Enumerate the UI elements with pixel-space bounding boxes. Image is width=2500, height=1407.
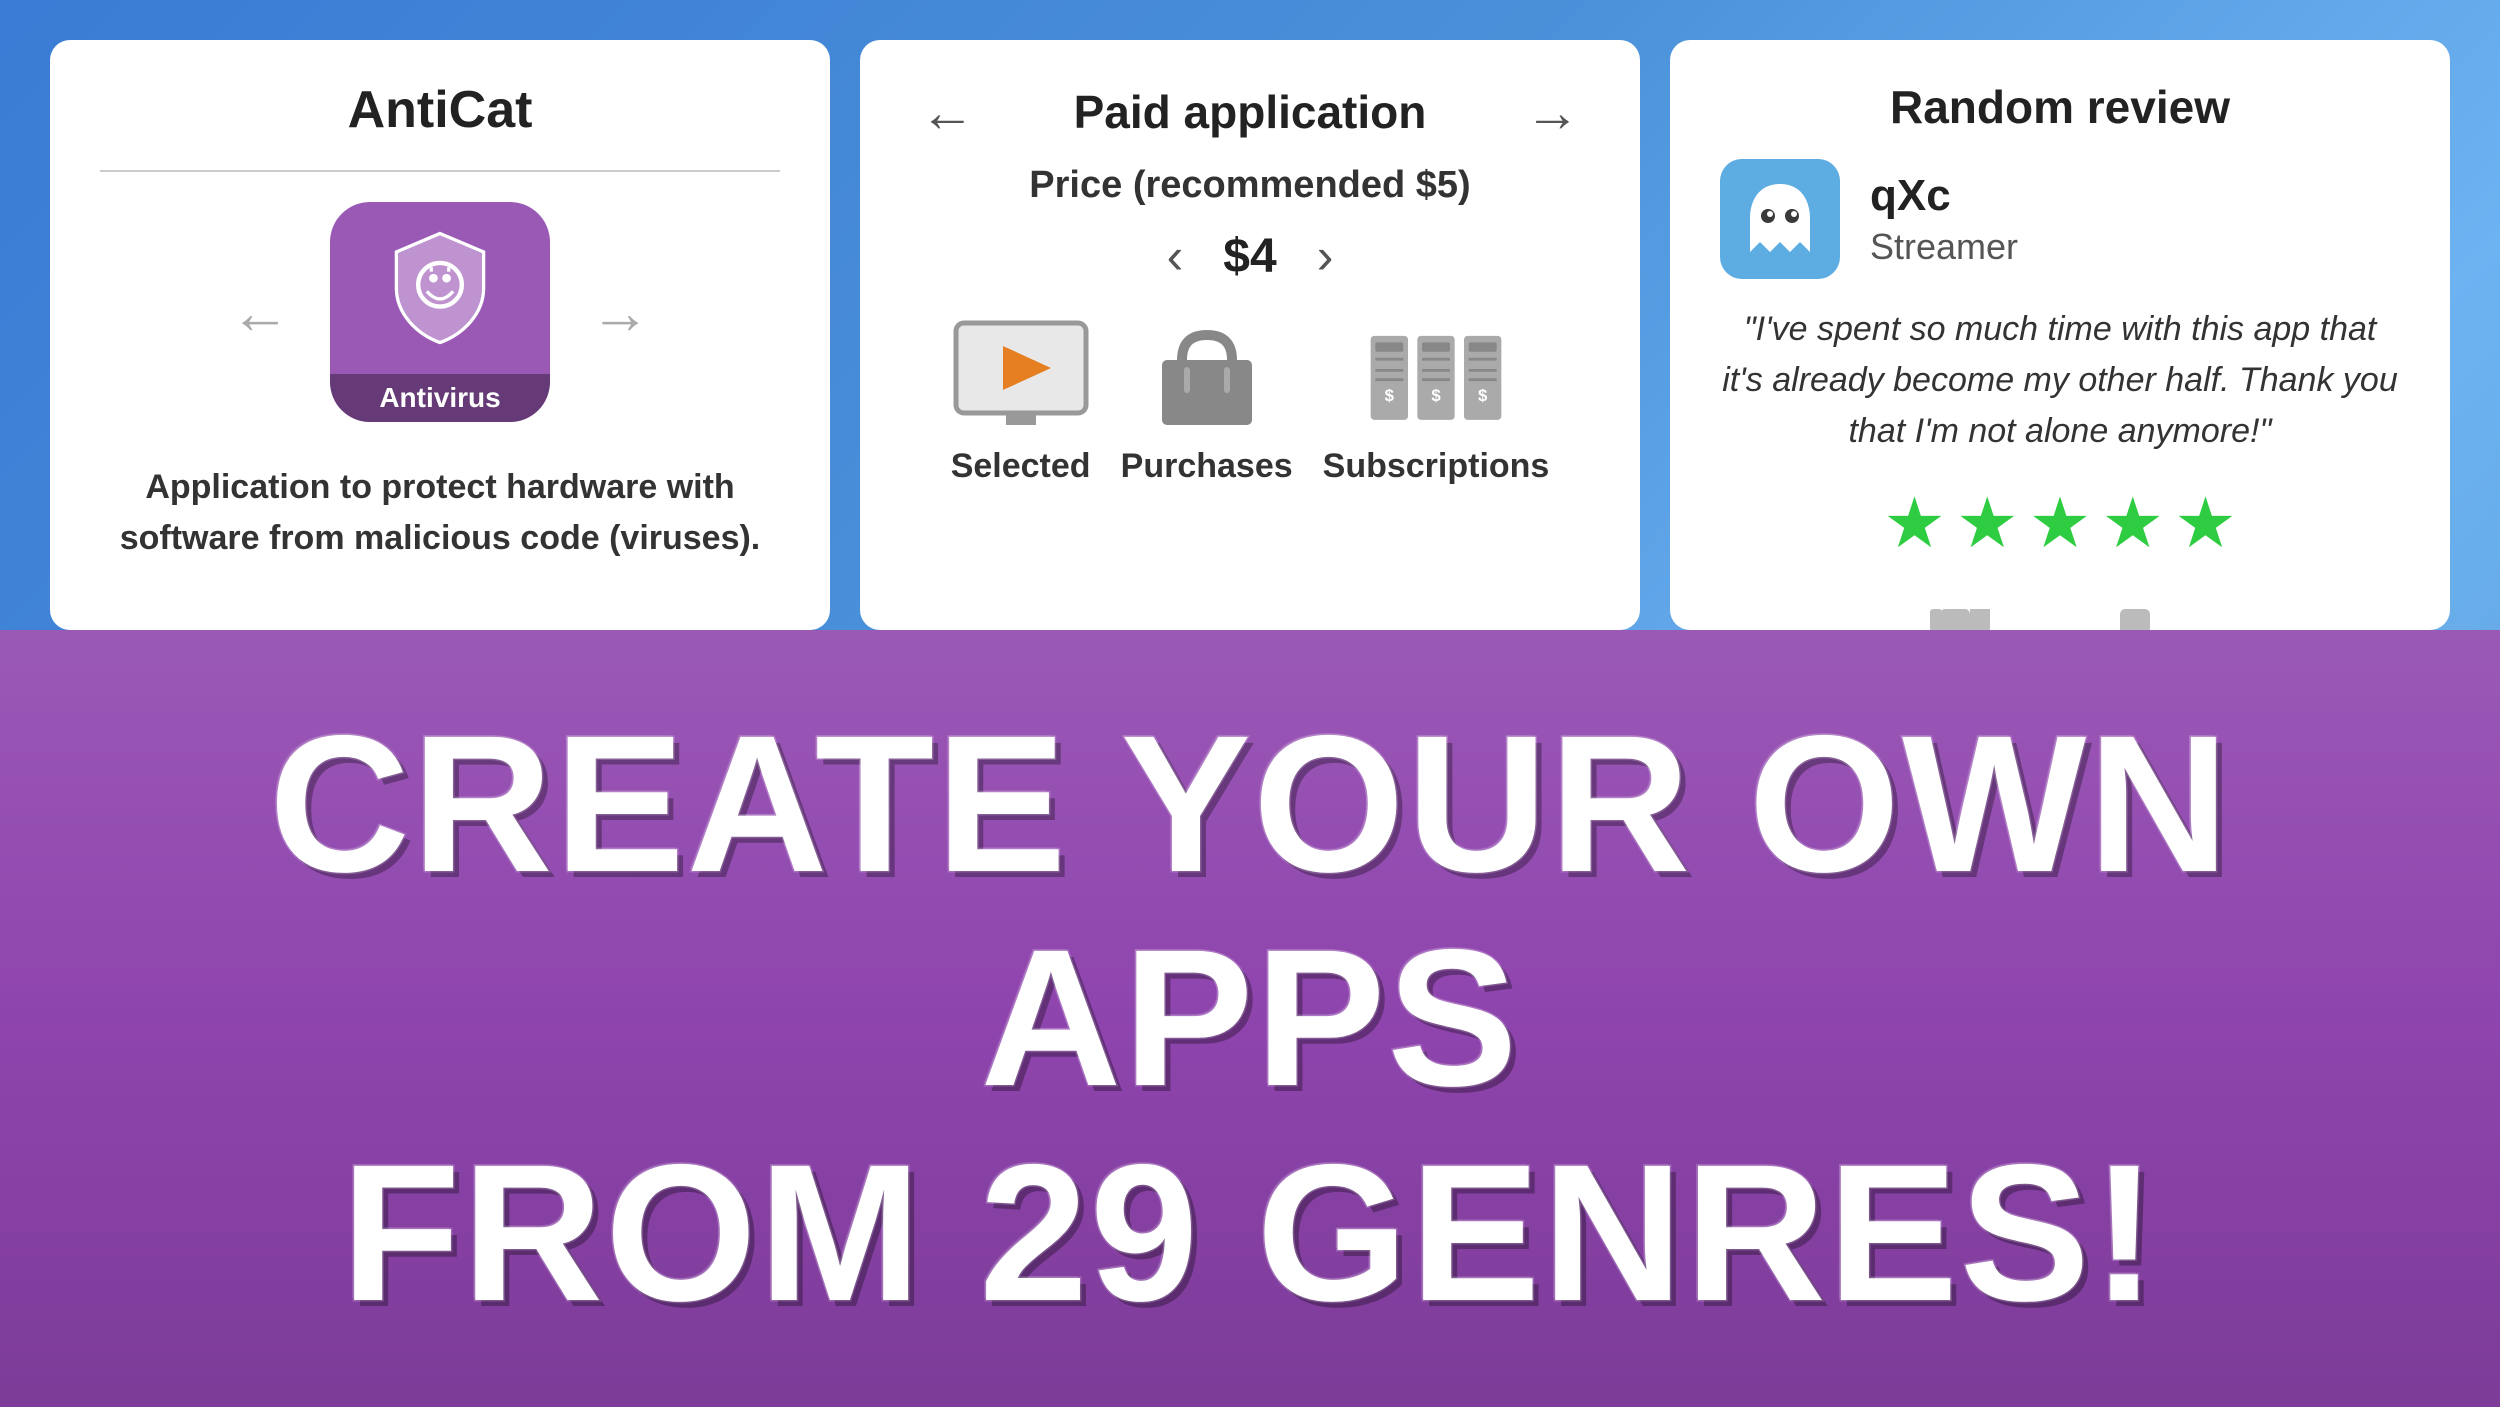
banner-line2: FROM 29 GENRES! xyxy=(341,1124,2159,1342)
subscriptions-option[interactable]: $ $ $ Subscripti xyxy=(1323,315,1550,486)
selected-icon xyxy=(951,315,1091,435)
star-1: ★ xyxy=(1883,482,1946,564)
subscriptions-label: Subscriptions xyxy=(1323,447,1550,486)
price-nav-left[interactable]: ‹ xyxy=(1167,227,1184,285)
banner-line1: CREATE YOUR OWN APPS xyxy=(269,695,2231,1128)
reviewer-info: qXc Streamer xyxy=(1870,171,2018,268)
star-3: ★ xyxy=(2029,482,2092,564)
random-review-title: Random review xyxy=(1890,80,2230,134)
star-4: ★ xyxy=(2101,482,2164,564)
anticat-title: AntiCat xyxy=(348,80,533,140)
purchase-options: Selected Purchases xyxy=(910,315,1590,486)
paid-app-nav-left[interactable]: ← xyxy=(920,80,975,144)
anticat-app-icon: Antivirus xyxy=(330,202,550,422)
anticat-nav-left[interactable]: ← xyxy=(230,278,290,347)
app-icon-container: ← Antivirus → xyxy=(230,202,650,422)
anticat-icon-label: Antivirus xyxy=(330,374,550,422)
card-divider xyxy=(100,170,780,172)
purchases-option[interactable]: Purchases xyxy=(1121,315,1293,486)
stars-row: ★ ★ ★ ★ ★ xyxy=(1883,482,2237,564)
price-row: ‹ $4 › xyxy=(910,227,1590,285)
price-nav-right[interactable]: › xyxy=(1317,227,1334,285)
price-label: Price (recommended $5) xyxy=(1029,164,1470,207)
anticat-description: Application to protect hardware with sof… xyxy=(100,462,780,564)
review-text: "I've spent so much time with this app t… xyxy=(1720,304,2400,457)
anticat-card: AntiCat ← Antivirus xyxy=(50,40,830,630)
svg-text:$: $ xyxy=(1431,386,1441,405)
subscriptions-icon: $ $ $ xyxy=(1366,318,1506,433)
shield-icon xyxy=(380,228,500,348)
reviewer-role: Streamer xyxy=(1870,226,2018,268)
anticat-icon-upper xyxy=(330,202,550,374)
banner-text: CREATE YOUR OWN APPS FROM 29 GENRES! xyxy=(0,697,2500,1341)
paid-app-card: ← Paid application → Price (recommended … xyxy=(860,40,1640,630)
svg-text:$: $ xyxy=(1478,386,1488,405)
bag-icon xyxy=(1147,315,1267,435)
bottom-banner: CREATE YOUR OWN APPS FROM 29 GENRES! xyxy=(0,630,2500,1407)
anticat-nav-right[interactable]: → xyxy=(590,278,650,347)
purchases-label: Purchases xyxy=(1121,447,1293,486)
tv-icon xyxy=(951,318,1091,433)
selected-label: Selected xyxy=(951,447,1091,486)
paid-app-title: Paid application xyxy=(1074,85,1427,139)
selected-option[interactable]: Selected xyxy=(951,315,1091,486)
paid-app-nav-right[interactable]: → xyxy=(1525,80,1580,144)
svg-text:$: $ xyxy=(1385,386,1395,405)
reviewer-row: qXc Streamer xyxy=(1720,159,2400,279)
purchases-icon xyxy=(1137,315,1277,435)
random-review-card: Random review qXc Streamer "I've spent s… xyxy=(1670,40,2450,630)
thumbs-up-icon[interactable] xyxy=(2100,599,2200,630)
star-2: ★ xyxy=(1956,482,2019,564)
reviewer-name: qXc xyxy=(1870,171,2018,221)
thumbs-row xyxy=(1920,599,2200,630)
ghost-icon xyxy=(1735,174,1825,264)
paid-app-header: ← Paid application → xyxy=(910,80,1590,144)
star-5: ★ xyxy=(2174,482,2237,564)
subscriptions-icon: $ $ $ xyxy=(1366,315,1506,435)
reviewer-app-icon xyxy=(1720,159,1840,279)
price-value: $4 xyxy=(1223,229,1276,284)
thumbs-down-icon[interactable] xyxy=(1920,599,2020,630)
